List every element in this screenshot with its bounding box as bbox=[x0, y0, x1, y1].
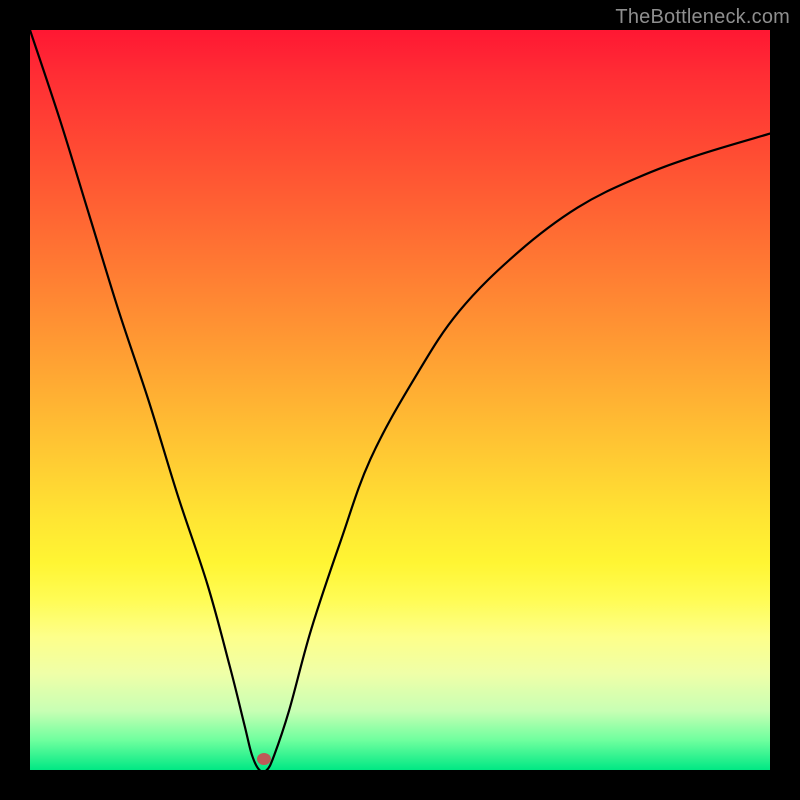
watermark-text: TheBottleneck.com bbox=[615, 6, 790, 29]
chart-frame: TheBottleneck.com bbox=[0, 0, 800, 800]
bottleneck-curve bbox=[30, 30, 770, 770]
optimum-marker bbox=[257, 753, 271, 765]
plot-area bbox=[30, 30, 770, 770]
